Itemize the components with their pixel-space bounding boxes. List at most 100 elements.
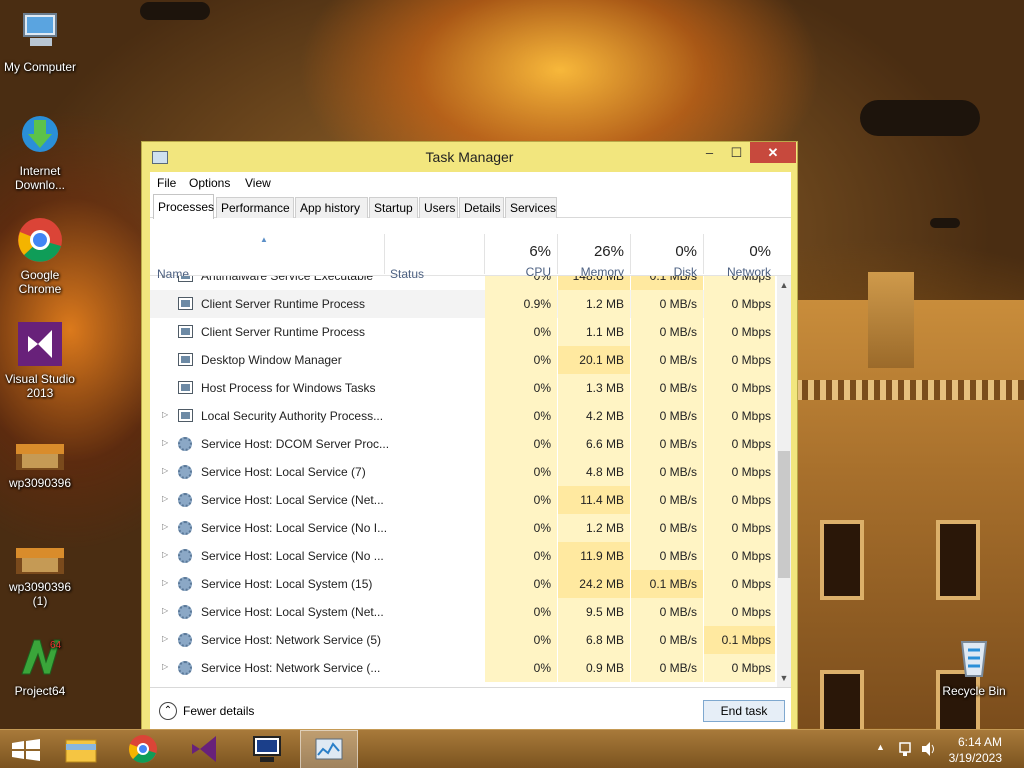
desktop-icon-internet-download-manager[interactable]: Internet Downlo...: [0, 112, 80, 192]
desktop-icon-my-computer[interactable]: My Computer: [0, 8, 80, 74]
process-disk: 0 MB/s: [659, 633, 697, 647]
process-memory: 4.8 MB: [585, 465, 624, 479]
tab-performance[interactable]: Performance: [216, 197, 294, 218]
process-disk: 0 MB/s: [659, 325, 697, 339]
vertical-scrollbar[interactable]: ▲ ▼: [777, 276, 791, 687]
process-row[interactable]: ▷ Service Host: Network Service (... 0% 0.9…: [150, 654, 775, 682]
process-row[interactable]: ▷ Service Host: Local Service (7) 0% 4.8 MB…: [150, 458, 775, 486]
expand-chevron-icon[interactable]: ▷: [162, 438, 168, 447]
expand-chevron-icon[interactable]: ▷: [162, 662, 168, 671]
process-row[interactable]: Client Server Runtime Process 0.9% 1.2 MB 0…: [150, 290, 775, 318]
window-icon: [178, 381, 193, 394]
process-name: Service Host: Local System (15): [201, 577, 373, 591]
menu-view[interactable]: View: [245, 176, 271, 190]
process-memory: 0.9 MB: [585, 661, 624, 675]
tab-processes[interactable]: Processes: [153, 194, 214, 219]
tab-services[interactable]: Services: [505, 197, 557, 218]
idm-icon: [16, 112, 64, 160]
process-row[interactable]: ▷ Service Host: Local Service (Net... 0% 11…: [150, 486, 775, 514]
expand-chevron-icon[interactable]: ▷: [162, 494, 168, 503]
clock-date[interactable]: 3/19/2023: [949, 751, 1002, 765]
menu-file[interactable]: File: [157, 176, 176, 190]
window-icon: [178, 276, 193, 282]
process-row[interactable]: Desktop Window Manager 0% 20.1 MB 0 MB/s 0 M…: [150, 346, 775, 374]
chevron-up-icon[interactable]: ⌃: [159, 702, 177, 720]
process-row[interactable]: ▷ Local Security Authority Process... 0% 4.…: [150, 402, 775, 430]
process-network: 0 Mbps: [731, 465, 771, 479]
taskbar-chrome[interactable]: [114, 730, 172, 768]
process-network: 0 Mbps: [731, 661, 771, 675]
process-name: Client Server Runtime Process: [201, 297, 366, 311]
process-disk: 0 MB/s: [659, 661, 697, 675]
process-memory: 20.1 MB: [579, 353, 624, 367]
expand-chevron-icon[interactable]: ▷: [162, 276, 168, 279]
window-client-area: File Options View Processes Performance …: [150, 172, 791, 732]
process-network: 0 Mbps: [731, 605, 771, 619]
process-name: Service Host: Local System (Net...: [201, 605, 384, 619]
process-row[interactable]: Client Server Runtime Process 0% 1.1 MB 0 M…: [150, 318, 775, 346]
fewer-details-link[interactable]: Fewer details: [183, 704, 254, 718]
file-explorer-icon: [65, 739, 97, 763]
volume-icon[interactable]: [920, 730, 938, 768]
computer-icon: [16, 8, 64, 56]
scroll-down-icon[interactable]: ▼: [777, 671, 791, 685]
tab-users[interactable]: Users: [419, 197, 458, 218]
process-name: Client Server Runtime Process: [201, 325, 366, 339]
process-cpu: 0.9%: [523, 297, 551, 311]
close-button[interactable]: ✕: [750, 142, 796, 163]
clock-time[interactable]: 6:14 AM: [958, 735, 1002, 749]
title-bar[interactable]: Task Manager – ☐ ✕: [142, 142, 797, 172]
process-disk: 0 MB/s: [659, 521, 697, 535]
taskbar-file-explorer[interactable]: [52, 730, 110, 768]
expand-chevron-icon[interactable]: ▷: [162, 550, 168, 559]
desktop-icon-wp3090396-1[interactable]: wp3090396 (1): [0, 544, 80, 608]
network-icon[interactable]: [898, 730, 914, 768]
maximize-button[interactable]: ☐: [723, 142, 750, 163]
expand-chevron-icon[interactable]: ▷: [162, 466, 168, 475]
start-button[interactable]: [0, 730, 58, 768]
tab-app-history[interactable]: App history: [295, 197, 368, 218]
process-row[interactable]: Host Process for Windows Tasks 0% 1.3 MB 0 …: [150, 374, 775, 402]
tab-startup[interactable]: Startup: [369, 197, 418, 218]
process-cpu: 0%: [533, 577, 551, 591]
process-memory: 11.4 MB: [580, 493, 624, 507]
process-cpu: 0%: [533, 493, 551, 507]
process-row[interactable]: ▷ Service Host: Local Service (No I... 0% 1…: [150, 514, 775, 542]
process-network: 0 Mbps: [731, 325, 771, 339]
task-manager-window: Task Manager – ☐ ✕ File Options View Pro…: [141, 141, 798, 739]
process-row[interactable]: ▷ Service Host: DCOM Server Proc... 0% 6.6 …: [150, 430, 775, 458]
desktop-icon-project64[interactable]: 64 Project64: [0, 632, 80, 698]
process-row[interactable]: ▷ Service Host: Network Service (5) 0% 6.8 …: [150, 626, 775, 654]
gear-icon: [178, 661, 192, 675]
taskbar-visual-studio[interactable]: [176, 730, 234, 768]
expand-chevron-icon[interactable]: ▷: [162, 606, 168, 615]
window-footer: ⌃ Fewer details End task: [150, 687, 791, 732]
scroll-up-icon[interactable]: ▲: [777, 278, 791, 292]
taskbar-task-manager[interactable]: [300, 730, 358, 768]
gear-icon: [178, 577, 192, 591]
scrollbar-thumb[interactable]: [778, 451, 790, 578]
taskbar-remote-desktop[interactable]: [238, 730, 296, 768]
minimize-button[interactable]: –: [696, 142, 723, 163]
gear-icon: [178, 549, 192, 563]
desktop-icon-wp3090396[interactable]: wp3090396: [0, 440, 80, 490]
process-disk: 0 MB/s: [659, 353, 697, 367]
end-task-button[interactable]: End task: [703, 700, 785, 722]
expand-chevron-icon[interactable]: ▷: [162, 410, 168, 419]
desktop-icon-google-chrome[interactable]: Google Chrome: [0, 216, 80, 296]
menu-options[interactable]: Options: [189, 176, 230, 190]
expand-chevron-icon[interactable]: ▷: [162, 522, 168, 531]
expand-chevron-icon[interactable]: ▷: [162, 634, 168, 643]
process-row[interactable]: ▷ Service Host: Local Service (No ... 0% 11…: [150, 542, 775, 570]
desktop-icon-recycle-bin[interactable]: Recycle Bin: [934, 632, 1014, 698]
desktop-icon-visual-studio[interactable]: Visual Studio 2013: [0, 320, 80, 400]
process-row[interactable]: ▷ Antimalware Service Executable 0% 148.6 M…: [150, 276, 775, 290]
expand-chevron-icon[interactable]: ▷: [162, 578, 168, 587]
process-network: 0 Mbps: [731, 409, 771, 423]
process-row[interactable]: ▷ Service Host: Local System (15) 0% 24.2 M…: [150, 570, 775, 598]
image-thumbnail-icon: [16, 440, 64, 472]
tab-details[interactable]: Details: [459, 197, 504, 218]
process-row[interactable]: ▷ Service Host: Local System (Net... 0% 9.5…: [150, 598, 775, 626]
process-disk: 0 MB/s: [659, 493, 697, 507]
process-cpu: 0%: [533, 325, 551, 339]
